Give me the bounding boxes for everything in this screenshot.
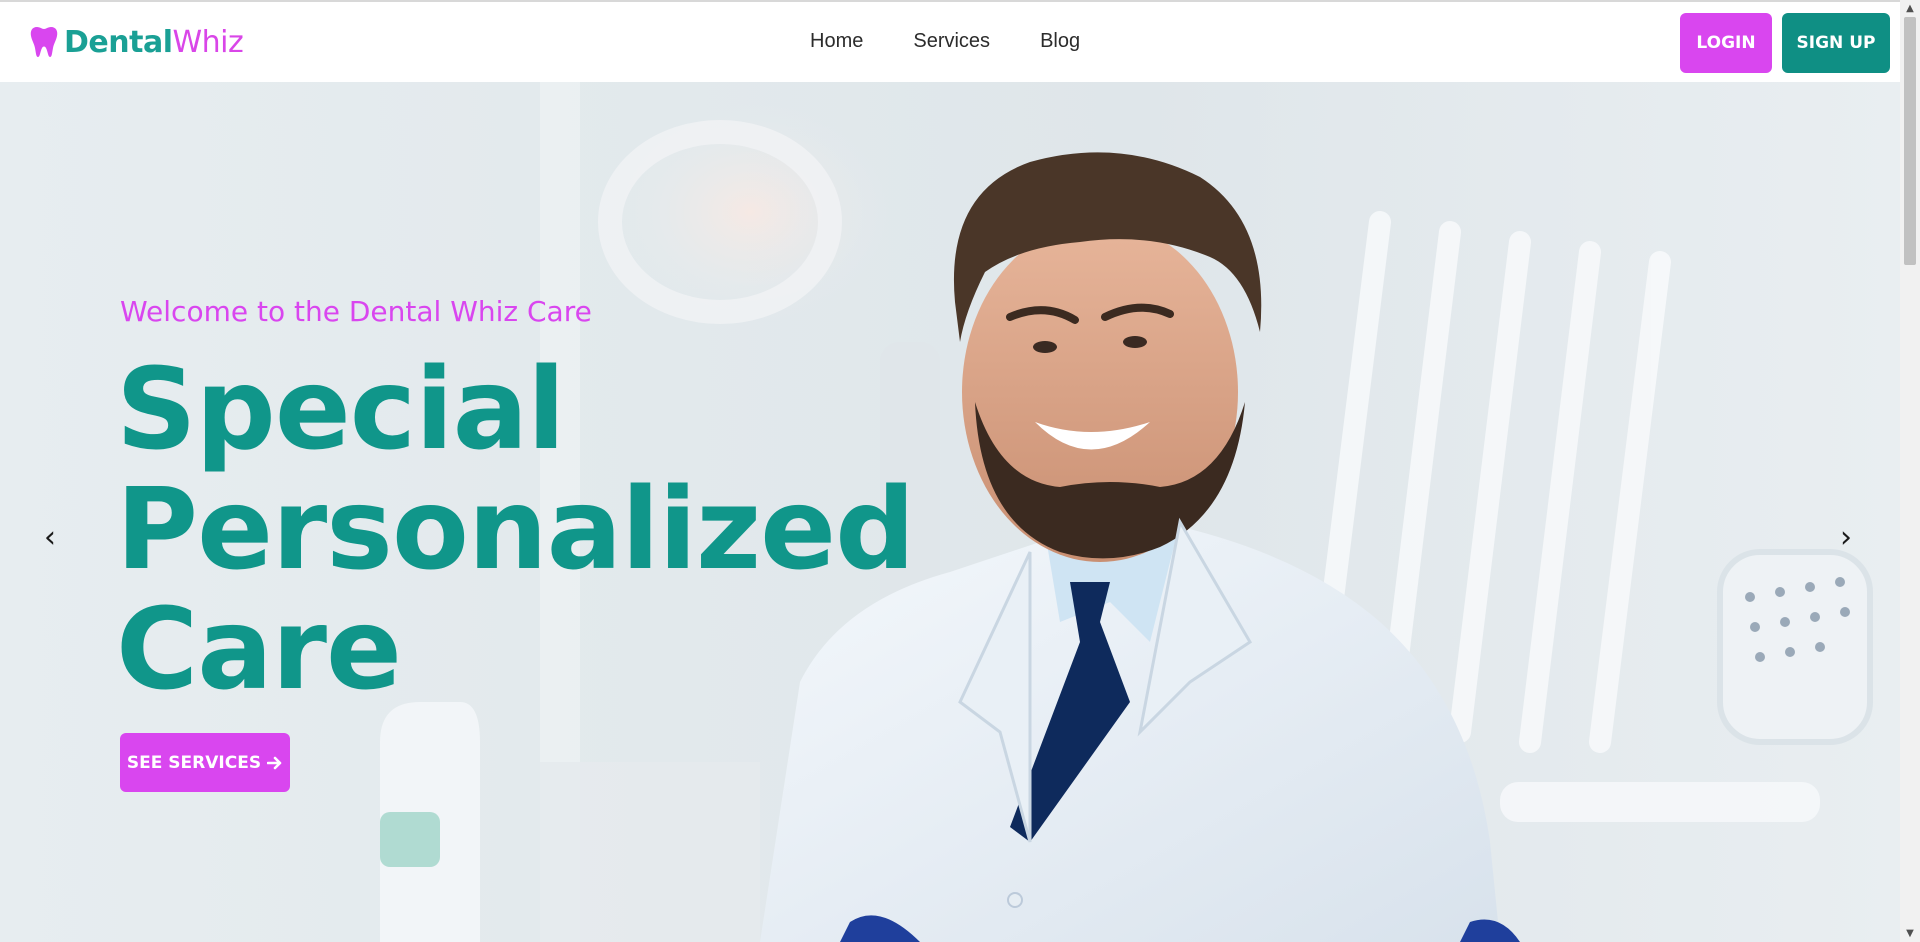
scroll-thumb[interactable] — [1904, 17, 1916, 265]
headline-line-1: Special — [116, 345, 566, 475]
see-services-label: SEE SERVICES — [126, 752, 262, 773]
scroll-down-icon[interactable]: ▼ — [1900, 925, 1920, 942]
see-services-button[interactable]: SEE SERVICES — [120, 733, 290, 792]
headline-line-2: Personalized — [116, 465, 915, 595]
site-header: DentalWhiz Home Services Blog LOGIN SIGN… — [0, 2, 1900, 82]
nav-home[interactable]: Home — [810, 30, 863, 53]
page-scrollbar[interactable]: ▲ ▼ — [1900, 0, 1920, 942]
scroll-up-icon[interactable]: ▲ — [1900, 0, 1920, 17]
nav-blog[interactable]: Blog — [1040, 30, 1080, 53]
tooth-icon — [30, 27, 58, 57]
hero-carousel: Welcome to the Dental Whiz Care Special … — [0, 82, 1900, 942]
signup-button[interactable]: SIGN UP — [1782, 13, 1890, 73]
site-logo[interactable]: DentalWhiz — [30, 22, 244, 62]
carousel-prev-icon[interactable]: ‹ — [44, 520, 56, 555]
nav-services[interactable]: Services — [913, 30, 990, 53]
logo-text-dental: Dental — [64, 24, 173, 60]
arrow-right-icon — [267, 756, 282, 769]
carousel-next-icon[interactable]: › — [1840, 520, 1852, 555]
headline-line-3: Care — [116, 585, 402, 715]
logo-text: DentalWhiz — [64, 24, 244, 60]
main-nav: Home Services Blog — [810, 30, 1080, 53]
login-button[interactable]: LOGIN — [1680, 13, 1772, 73]
page: DentalWhiz Home Services Blog LOGIN SIGN… — [0, 0, 1900, 942]
logo-text-whiz: Whiz — [172, 24, 244, 60]
hero-headline: Special Personalized Care — [116, 345, 915, 715]
hero-eyebrow: Welcome to the Dental Whiz Care — [120, 295, 592, 328]
